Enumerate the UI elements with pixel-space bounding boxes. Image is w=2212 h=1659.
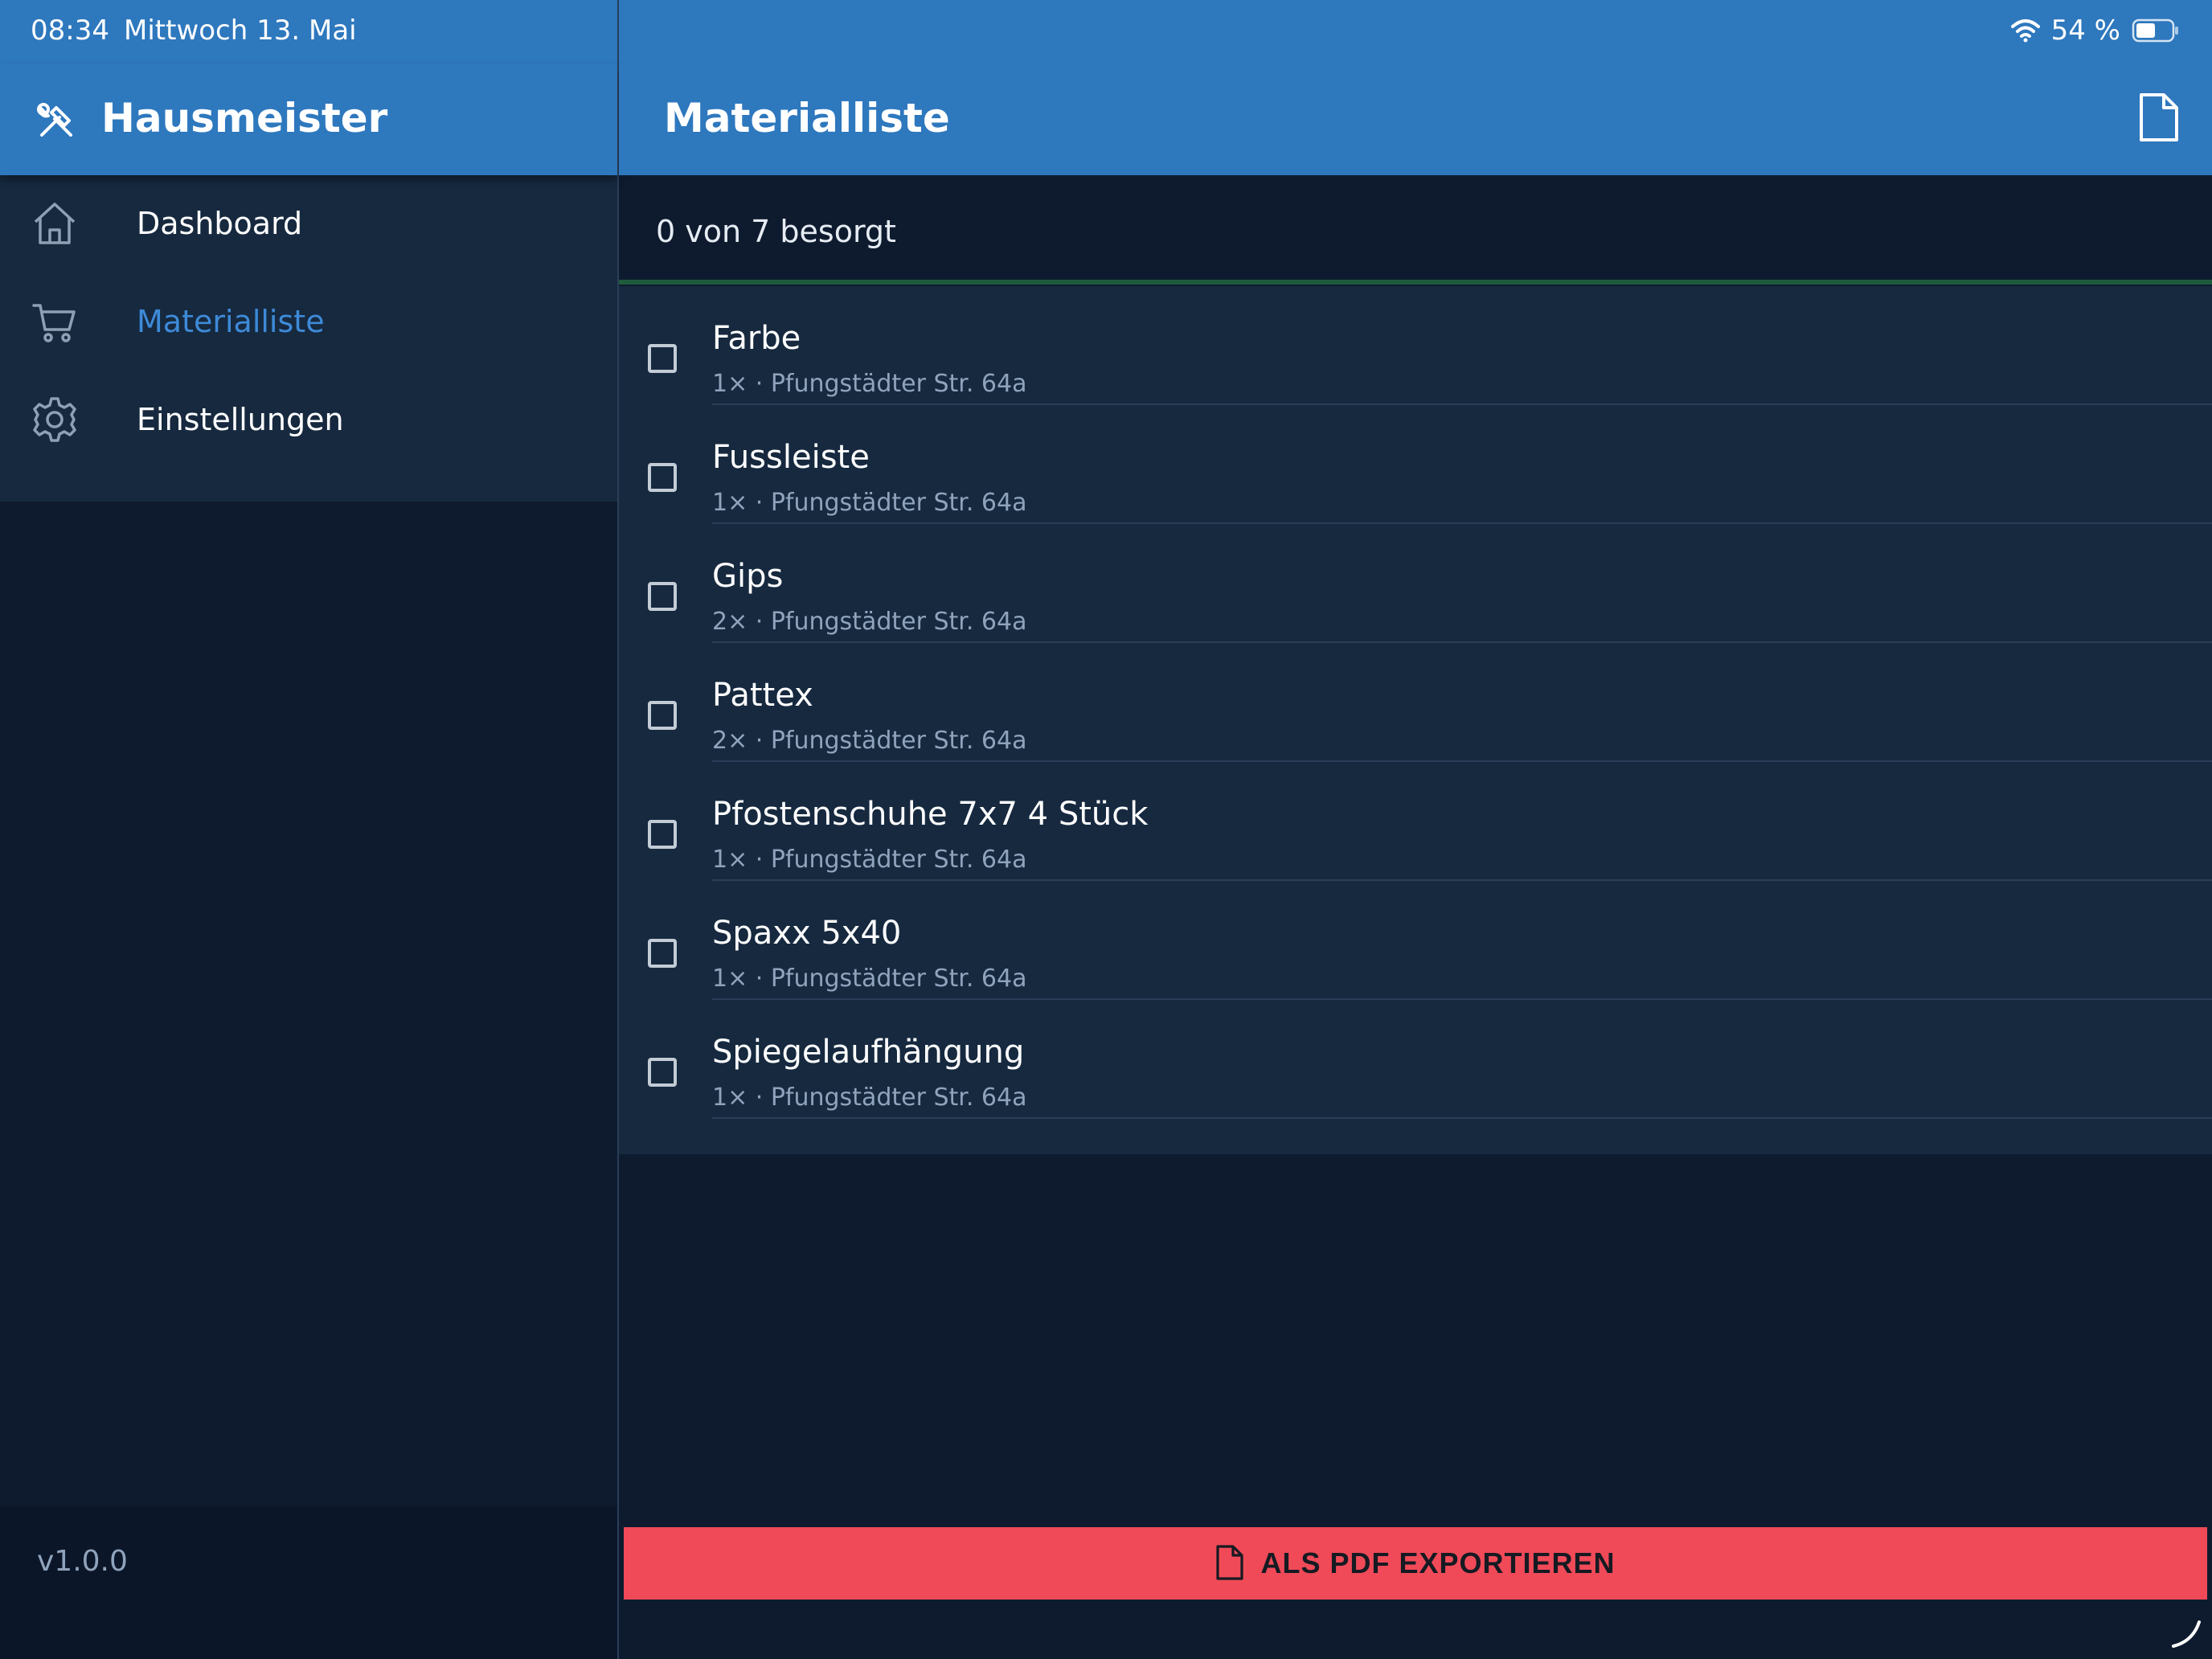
list-item[interactable]: Pattex 2× · Pfungstädter Str. 64a bbox=[619, 643, 2212, 762]
item-checkbox[interactable] bbox=[648, 820, 677, 849]
item-name: Pattex bbox=[712, 677, 813, 714]
list-item[interactable]: Farbe 1× · Pfungstädter Str. 64a bbox=[619, 286, 2212, 405]
item-meta: 1× · Pfungstädter Str. 64a bbox=[712, 370, 1027, 398]
item-name: Gips bbox=[712, 558, 784, 595]
status-bar: 08:34 Mittwoch 13. Mai 54 % bbox=[0, 0, 2212, 64]
sidebar-nav: Dashboard Materialliste Einstellungen bbox=[0, 175, 617, 502]
item-meta: 1× · Pfungstädter Str. 64a bbox=[712, 846, 1027, 874]
item-checkbox[interactable] bbox=[648, 344, 677, 373]
item-checkbox[interactable] bbox=[648, 1058, 677, 1087]
item-checkbox[interactable] bbox=[648, 463, 677, 492]
cart-icon bbox=[31, 297, 79, 346]
sidebar-item-label: Einstellungen bbox=[137, 402, 344, 437]
status-date: Mittwoch 13. Mai bbox=[124, 14, 357, 47]
app-title: Hausmeister bbox=[101, 95, 388, 141]
export-button-label: ALS PDF EXPORTIEREN bbox=[1260, 1546, 1616, 1579]
list-item[interactable]: Gips 2× · Pfungstädter Str. 64a bbox=[619, 524, 2212, 643]
list-item[interactable]: Fussleiste 1× · Pfungstädter Str. 64a bbox=[619, 405, 2212, 524]
item-divider bbox=[712, 1117, 2212, 1119]
page-title: Materialliste bbox=[664, 95, 950, 141]
sidebar-body bbox=[0, 502, 617, 1506]
item-meta: 1× · Pfungstädter Str. 64a bbox=[712, 965, 1027, 993]
status-indicators: 54 % bbox=[2010, 14, 2180, 47]
main-header: Materialliste bbox=[619, 64, 2212, 175]
progress-bar bbox=[619, 280, 2212, 285]
material-list: Farbe 1× · Pfungstädter Str. 64a Fusslei… bbox=[619, 286, 2212, 1154]
item-name: Fussleiste bbox=[712, 439, 870, 476]
item-meta: 1× · Pfungstädter Str. 64a bbox=[712, 489, 1027, 517]
item-checkbox[interactable] bbox=[648, 939, 677, 968]
version-label: v1.0.0 bbox=[37, 1545, 128, 1578]
item-checkbox[interactable] bbox=[648, 582, 677, 611]
resize-handle-icon bbox=[2170, 1617, 2202, 1653]
status-time: 08:34 bbox=[31, 14, 109, 47]
progress-section: 0 von 7 besorgt bbox=[619, 175, 2212, 285]
sidebar-item-einstellungen[interactable]: Einstellungen bbox=[0, 371, 617, 469]
item-name: Spiegelaufhängung bbox=[712, 1034, 1025, 1071]
battery-icon bbox=[2132, 18, 2180, 43]
tools-icon bbox=[35, 100, 77, 145]
document-icon[interactable] bbox=[2138, 92, 2180, 146]
item-name: Farbe bbox=[712, 320, 801, 357]
sidebar-header: Hausmeister bbox=[0, 64, 617, 175]
item-meta: 2× · Pfungstädter Str. 64a bbox=[712, 608, 1027, 636]
export-pdf-button[interactable]: ALS PDF EXPORTIEREN bbox=[624, 1527, 2207, 1600]
document-icon bbox=[1215, 1544, 1244, 1583]
sidebar-item-materialliste[interactable]: Materialliste bbox=[0, 273, 617, 371]
home-icon bbox=[31, 199, 79, 248]
list-item[interactable]: Spiegelaufhängung 1× · Pfungstädter Str.… bbox=[619, 1000, 2212, 1119]
item-meta: 1× · Pfungstädter Str. 64a bbox=[712, 1083, 1027, 1112]
battery-percentage: 54 % bbox=[2050, 14, 2120, 47]
progress-text: 0 von 7 besorgt bbox=[656, 214, 896, 249]
sidebar-item-label: Dashboard bbox=[137, 206, 303, 241]
sidebar-item-dashboard[interactable]: Dashboard bbox=[0, 175, 617, 273]
gear-icon bbox=[31, 395, 79, 444]
item-checkbox[interactable] bbox=[648, 701, 677, 730]
list-item[interactable]: Spaxx 5x40 1× · Pfungstädter Str. 64a bbox=[619, 881, 2212, 1000]
item-meta: 2× · Pfungstädter Str. 64a bbox=[712, 727, 1027, 755]
item-name: Pfostenschuhe 7x7 4 Stück bbox=[712, 796, 1149, 833]
wifi-icon bbox=[2010, 18, 2040, 43]
item-name: Spaxx 5x40 bbox=[712, 915, 902, 952]
list-item[interactable]: Pfostenschuhe 7x7 4 Stück 1× · Pfungstäd… bbox=[619, 762, 2212, 881]
sidebar-footer: v1.0.0 bbox=[0, 1506, 617, 1659]
sidebar-item-label: Materialliste bbox=[137, 304, 325, 339]
